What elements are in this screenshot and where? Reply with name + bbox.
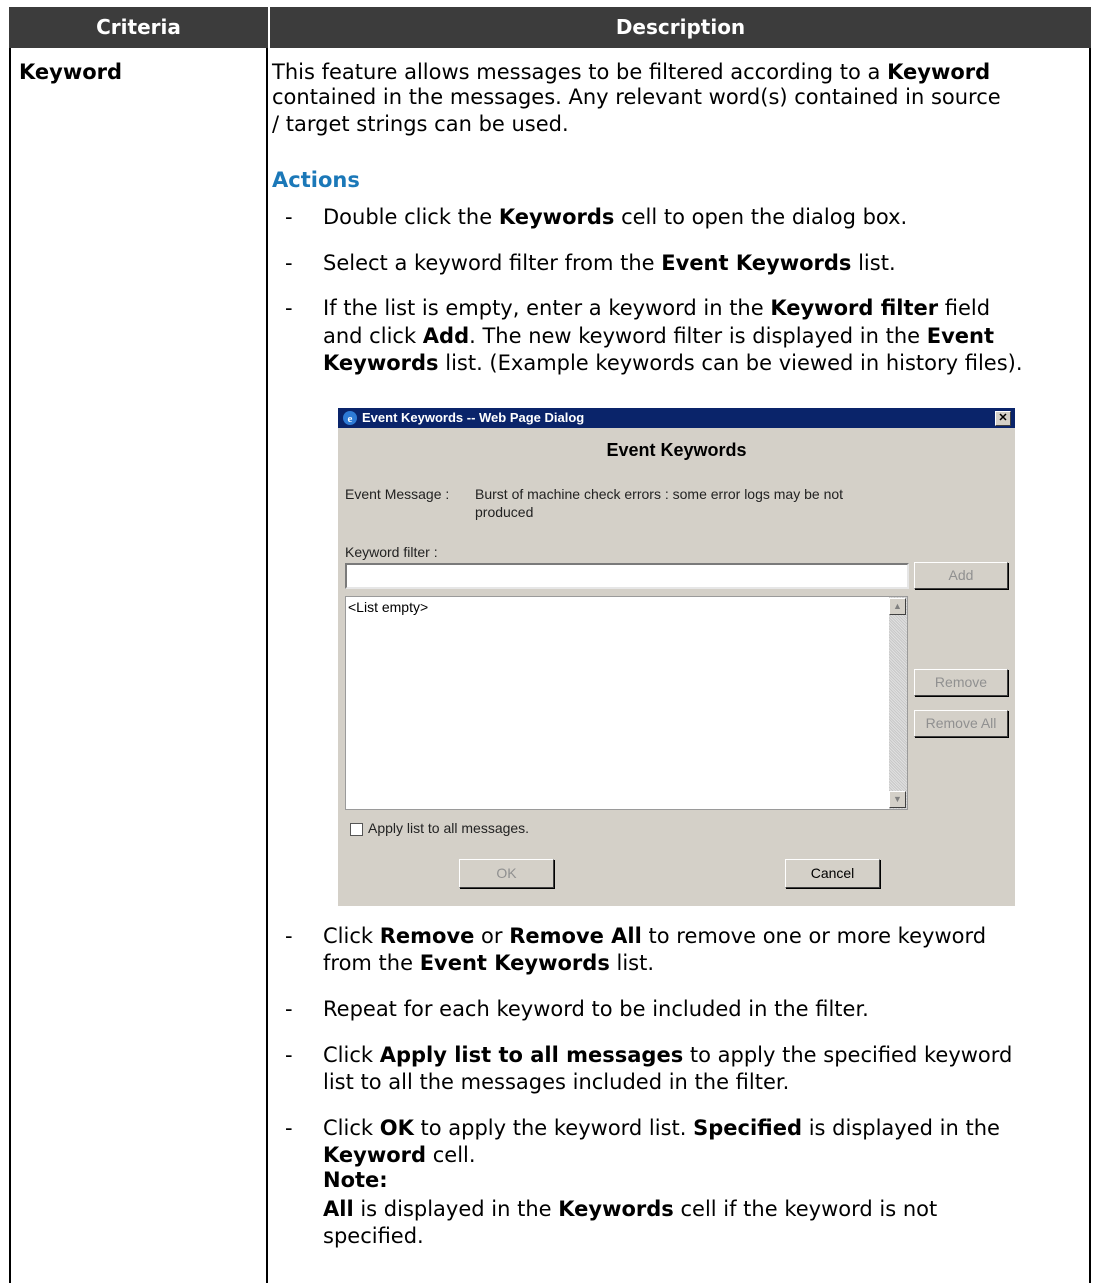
bold-text: Specified	[693, 1116, 803, 1140]
description-header: Description	[615, 15, 746, 39]
step-4-line-1: Click Remove or Remove All to remove one…	[323, 924, 986, 948]
table-header: Criteria Description	[9, 7, 1091, 48]
criteria-keyword: Keyword	[19, 60, 123, 84]
bullet: -	[285, 296, 293, 320]
text: list.	[851, 251, 896, 275]
text: If the list is empty, enter a keyword in…	[323, 296, 771, 320]
text: and click	[323, 324, 423, 348]
add-button[interactable]: Add	[914, 562, 1008, 589]
event-keywords-list[interactable]: <List empty> ▲ ▼	[345, 596, 908, 810]
svg-text:e: e	[348, 413, 353, 425]
bold-text: Keywords	[323, 351, 439, 375]
text: to apply the keyword list.	[413, 1116, 694, 1140]
bold-text: Event Keywords	[419, 951, 610, 975]
bold-text: Remove	[379, 924, 475, 948]
text: cell.	[426, 1143, 476, 1167]
criteria-header: Criteria	[96, 15, 181, 39]
bold-text: Keyword filter	[770, 296, 939, 320]
event-message-text: Burst of machine check errors : some err…	[475, 486, 844, 502]
text: Click	[323, 924, 380, 948]
text: field	[938, 296, 991, 320]
text: list. (Example keywords can be viewed in…	[438, 351, 1023, 375]
intro-text: This feature allows messages to be filte…	[272, 60, 888, 84]
text: or	[474, 924, 510, 948]
list-empty-text: <List empty>	[348, 599, 429, 615]
step-7-line-2: Keyword cell.	[323, 1143, 476, 1167]
bullet: -	[285, 205, 293, 229]
step-4-line-2: from the Event Keywords list.	[323, 951, 654, 975]
ie-icon: e	[343, 411, 357, 425]
keyword-filter-input[interactable]	[345, 563, 909, 589]
text: list.	[609, 951, 655, 975]
bold-text: Keywords	[498, 205, 615, 229]
intro-line-2: contained in the messages. Any relevant …	[272, 85, 1001, 109]
step-7-line-3: All is displayed in the Keywords cell if…	[323, 1197, 937, 1221]
bold-text: OK	[379, 1116, 414, 1140]
bullet: -	[285, 1043, 293, 1067]
bold-text: Keyword	[323, 1143, 427, 1167]
table-right-border	[1089, 48, 1091, 1283]
bold-text: Add	[422, 324, 470, 348]
dialog-heading: Event Keywords	[606, 440, 747, 460]
document-page: Criteria Description Keyword This featur…	[0, 0, 1094, 1283]
step-6-line-1: Click Apply list to all messages to appl…	[323, 1043, 1012, 1067]
table-column-divider	[266, 48, 268, 1283]
event-keywords-dialog: e Event Keywords -- Web Page Dialog ✕ Ev…	[338, 408, 1015, 906]
intro-line-3: / target strings can be used.	[272, 112, 569, 136]
event-message-text-cont: produced	[475, 504, 534, 520]
step-2: Select a keyword filter from the Event K…	[323, 251, 896, 275]
text: Click	[323, 1043, 380, 1067]
remove-all-button[interactable]: Remove All	[914, 710, 1008, 737]
list-scrollbar[interactable]: ▲ ▼	[889, 597, 907, 809]
cancel-button[interactable]: Cancel	[785, 859, 880, 888]
text: . The new keyword filter is displayed in…	[469, 324, 927, 348]
bold-text: All	[323, 1197, 354, 1221]
step-3-line-3: Keywords list. (Example keywords can be …	[323, 351, 1023, 375]
step-1: Double click the Keywords cell to open t…	[323, 205, 907, 229]
text: Double click the	[323, 205, 499, 229]
scroll-down-icon[interactable]: ▼	[889, 791, 906, 808]
text: is displayed in the	[802, 1116, 1000, 1140]
dialog-title: Event Keywords -- Web Page Dialog	[362, 410, 585, 425]
text: cell if the keyword is not	[673, 1197, 938, 1221]
bold-text: Event Keywords	[661, 251, 852, 275]
bullet: -	[285, 924, 293, 948]
keyword-filter-label: Keyword filter :	[345, 544, 438, 560]
text: Click	[323, 1116, 380, 1140]
text: cell to open the dialog box.	[614, 205, 908, 229]
step-3-line-1: If the list is empty, enter a keyword in…	[323, 296, 990, 320]
note-label: Note:	[323, 1168, 388, 1192]
apply-all-label[interactable]: Apply list to all messages.	[368, 820, 529, 837]
scroll-up-icon[interactable]: ▲	[889, 598, 906, 615]
actions-heading: Actions	[272, 168, 360, 192]
apply-all-checkbox[interactable]	[350, 823, 363, 836]
bold-text: Remove All	[509, 924, 642, 948]
step-5: Repeat for each keyword to be included i…	[323, 997, 869, 1021]
intro-line-1: This feature allows messages to be filte…	[272, 60, 990, 84]
bullet: -	[285, 997, 293, 1021]
text: is displayed in the	[353, 1197, 559, 1221]
bold-text: Event	[926, 324, 995, 348]
intro-keyword: Keyword	[887, 60, 991, 84]
bullet: -	[285, 251, 293, 275]
table-left-border	[9, 48, 11, 1283]
remove-button[interactable]: Remove	[914, 669, 1008, 696]
dialog-titlebar[interactable]: e Event Keywords -- Web Page Dialog ✕	[338, 408, 1015, 428]
close-icon[interactable]: ✕	[995, 411, 1011, 426]
step-6-line-2: list to all the messages included in the…	[323, 1070, 790, 1094]
bold-text: Apply list to all messages	[379, 1043, 684, 1067]
ok-button[interactable]: OK	[459, 859, 554, 888]
step-7-line-4: specified.	[323, 1224, 424, 1248]
text: to apply the specified keyword	[683, 1043, 1013, 1067]
text: Select a keyword filter from the	[323, 251, 662, 275]
text: to remove one or more keyword	[641, 924, 987, 948]
text: from the	[323, 951, 420, 975]
bullet: -	[285, 1116, 293, 1140]
step-3-line-2: and click Add. The new keyword filter is…	[323, 324, 994, 348]
step-7-line-1: Click OK to apply the keyword list. Spec…	[323, 1116, 1000, 1140]
bold-text: Keywords	[558, 1197, 674, 1221]
event-message-label: Event Message :	[345, 486, 450, 502]
